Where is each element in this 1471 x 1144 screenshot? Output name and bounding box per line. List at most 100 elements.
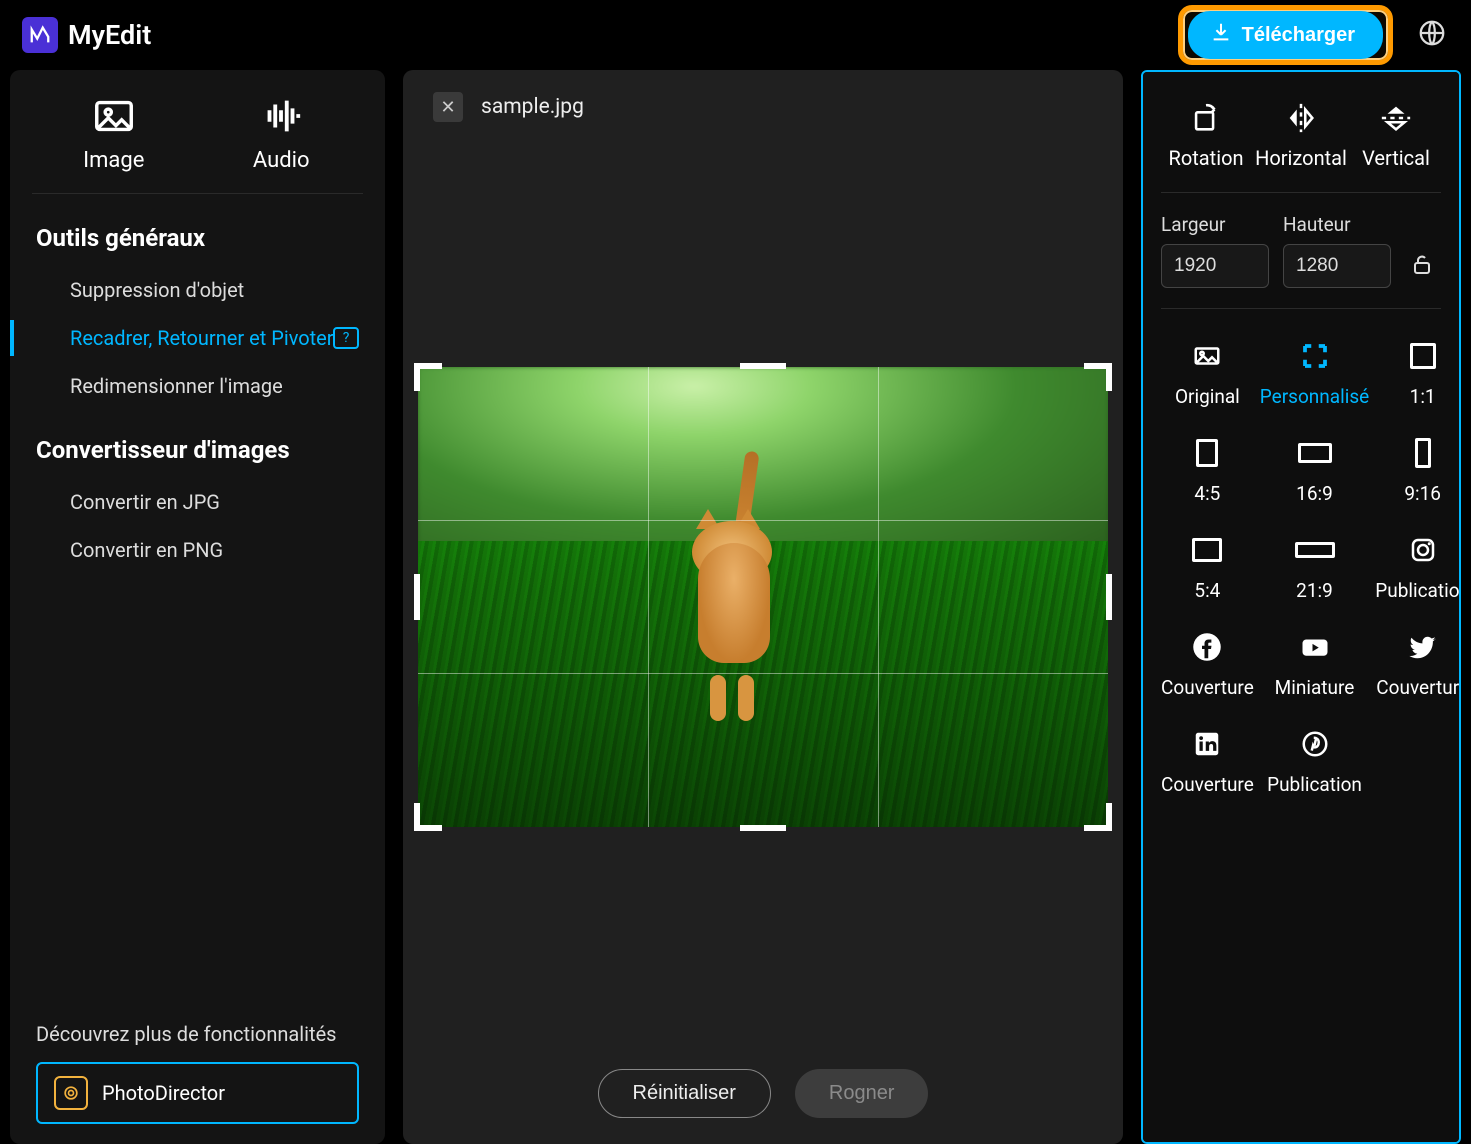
discover-title: Découvrez plus de fonctionnalités — [10, 1022, 385, 1062]
help-icon[interactable]: ? — [333, 327, 359, 349]
sidebar-tab-image-label: Image — [39, 148, 189, 173]
height-input[interactable] — [1283, 244, 1391, 288]
ratio-16-9[interactable]: 16:9 — [1260, 434, 1369, 505]
ratio-original[interactable]: Original — [1161, 337, 1254, 408]
sidebar-item-resize[interactable]: Redimensionner l'image — [10, 362, 385, 410]
download-icon — [1210, 21, 1232, 49]
image-icon — [1161, 337, 1254, 375]
unlock-icon — [1410, 252, 1434, 280]
rotate-icon — [1161, 98, 1251, 138]
reset-button[interactable]: Réinitialiser — [598, 1069, 771, 1118]
transform-rotation[interactable]: Rotation — [1161, 98, 1251, 170]
sidebar-tab-audio[interactable]: Audio — [206, 92, 356, 173]
sidebar-item-crop-rotate[interactable]: Recadrer, Retourner et Pivoter ? — [10, 314, 385, 362]
close-tab-button[interactable]: ✕ — [433, 92, 463, 122]
crop-custom-icon — [1260, 337, 1369, 375]
ratio-linkedin-cover[interactable]: Couverture — [1161, 725, 1254, 796]
section-convert-title: Convertisseur d'images — [10, 428, 385, 478]
section-general-title: Outils généraux — [10, 216, 385, 266]
transform-vertical[interactable]: Vertical — [1351, 98, 1441, 170]
ratio-instagram-post[interactable]: Publication — [1375, 531, 1461, 602]
sidebar-item-label: Redimensionner l'image — [70, 374, 283, 398]
ratio-label: 21:9 — [1260, 579, 1369, 602]
photodirector-button[interactable]: PhotoDirector — [36, 1062, 359, 1124]
download-button[interactable]: Télécharger — [1188, 11, 1383, 59]
width-label: Largeur — [1161, 213, 1269, 236]
ratio-9-16[interactable]: 9:16 — [1375, 434, 1461, 505]
aspect-lock-button[interactable] — [1405, 244, 1439, 288]
instagram-icon — [1375, 531, 1461, 569]
ratio-twitter-cover[interactable]: Couverture — [1375, 628, 1461, 699]
download-label: Télécharger — [1242, 24, 1355, 47]
rect-icon — [1161, 531, 1254, 569]
sidebar-item-label: Convertir en PNG — [70, 538, 223, 562]
pinterest-icon — [1260, 725, 1369, 763]
sidebar-item-to-png[interactable]: Convertir en PNG — [10, 526, 385, 574]
sidebar-item-to-jpg[interactable]: Convertir en JPG — [10, 478, 385, 526]
close-icon: ✕ — [440, 97, 455, 118]
square-icon — [1375, 337, 1461, 375]
rect-icon — [1161, 434, 1254, 472]
ratio-label: 4:5 — [1161, 482, 1254, 505]
brand-name: MyEdit — [68, 19, 151, 51]
sidebar-item-object-removal[interactable]: Suppression d'objet — [10, 266, 385, 314]
ratio-21-9[interactable]: 21:9 — [1260, 531, 1369, 602]
divider — [1161, 192, 1441, 193]
ratio-youtube-thumbnail[interactable]: Miniature — [1260, 628, 1369, 699]
width-input[interactable] — [1161, 244, 1269, 288]
globe-icon — [1417, 18, 1447, 52]
right-panel: Rotation Horizontal Vertical — [1141, 70, 1461, 1144]
canvas-area: ✕ sample.jpg — [403, 70, 1123, 1144]
twitter-icon — [1375, 628, 1461, 666]
facebook-icon — [1161, 628, 1254, 666]
rect-icon — [1375, 434, 1461, 472]
ratio-1-1[interactable]: 1:1 — [1375, 337, 1461, 408]
ratio-pinterest-post[interactable]: Publication — [1260, 725, 1369, 796]
sidebar-tab-image[interactable]: Image — [39, 92, 189, 173]
ratio-label: 5:4 — [1161, 579, 1254, 602]
transform-rotation-label: Rotation — [1161, 146, 1251, 170]
transform-horizontal[interactable]: Horizontal — [1255, 98, 1347, 170]
flip-horizontal-icon — [1255, 98, 1347, 138]
sidebar-tab-audio-label: Audio — [206, 148, 356, 173]
ratio-label: Miniature — [1260, 676, 1369, 699]
ratio-5-4[interactable]: 5:4 — [1161, 531, 1254, 602]
rect-icon — [1260, 434, 1369, 472]
language-button[interactable] — [1415, 18, 1449, 52]
ratio-label: 9:16 — [1375, 482, 1461, 505]
app-header: MyEdit Télécharger — [0, 0, 1471, 70]
brand-logo-icon — [22, 17, 58, 53]
image-icon — [39, 92, 189, 140]
ratio-facebook-cover[interactable]: Couverture — [1161, 628, 1254, 699]
crop-button[interactable]: Rogner — [795, 1069, 929, 1118]
divider — [32, 193, 363, 194]
divider — [1161, 308, 1441, 309]
image-preview — [418, 367, 1108, 827]
height-label: Hauteur — [1283, 213, 1391, 236]
sidebar-item-label: Suppression d'objet — [70, 278, 244, 302]
crop-frame[interactable] — [418, 367, 1108, 827]
transform-horizontal-label: Horizontal — [1255, 146, 1347, 170]
transform-vertical-label: Vertical — [1351, 146, 1441, 170]
sidebar-item-label: Convertir en JPG — [70, 490, 220, 514]
ratio-label: 1:1 — [1375, 385, 1461, 408]
ratio-label: Couverture — [1161, 773, 1254, 796]
rect-icon — [1260, 531, 1369, 569]
file-tab-name[interactable]: sample.jpg — [481, 95, 584, 119]
ratio-label: Original — [1161, 385, 1254, 408]
ratio-label: Personnalisé — [1260, 385, 1369, 408]
sidebar-item-label: Recadrer, Retourner et Pivoter — [70, 326, 334, 350]
ratio-4-5[interactable]: 4:5 — [1161, 434, 1254, 505]
ratio-custom[interactable]: Personnalisé — [1260, 337, 1369, 408]
ratio-label: Couverture — [1375, 676, 1461, 699]
photodirector-label: PhotoDirector — [102, 1081, 225, 1105]
audio-icon — [206, 92, 356, 140]
ratio-label: Publication — [1375, 579, 1461, 602]
photodirector-icon — [54, 1076, 88, 1110]
flip-vertical-icon — [1351, 98, 1441, 138]
ratio-label: Couverture — [1161, 676, 1254, 699]
left-sidebar: Image Audio Outils généraux Suppression … — [10, 70, 385, 1144]
youtube-icon — [1260, 628, 1369, 666]
ratio-label: 16:9 — [1260, 482, 1369, 505]
linkedin-icon — [1161, 725, 1254, 763]
